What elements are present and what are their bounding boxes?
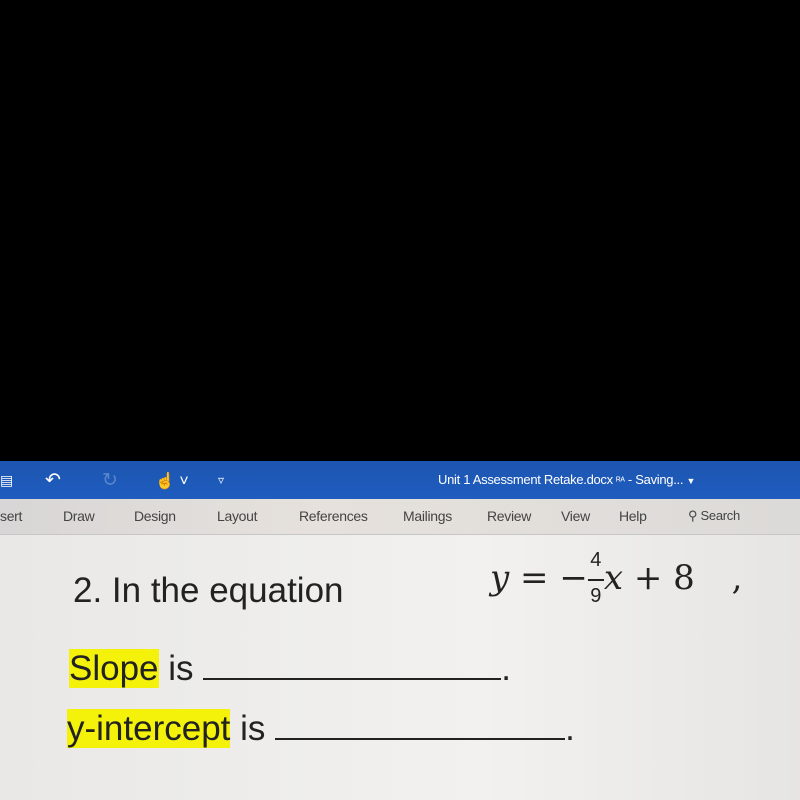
equation: y = −4 9 x + 8 , xyxy=(490,549,743,607)
redo-icon[interactable]: ↻ xyxy=(102,469,118,492)
slope-blank[interactable] xyxy=(203,678,502,680)
document-title[interactable]: Unit 1 Assessment Retake.docx ᴿᴬ - Savin… xyxy=(438,472,695,487)
undo-icon[interactable]: ↶ xyxy=(45,469,61,492)
denominator: 9 xyxy=(590,585,602,607)
ribbon-tabs: sert Draw Design Layout References Maili… xyxy=(0,499,800,535)
touch-mode-icon[interactable]: ☝ ˅ xyxy=(155,471,189,491)
tab-insert[interactable]: sert xyxy=(0,508,22,524)
search-box[interactable]: ⚲ Search xyxy=(688,508,740,524)
search-icon: ⚲ xyxy=(688,508,698,523)
fraction: 49 xyxy=(587,549,604,607)
tab-mailings[interactable]: Mailings xyxy=(403,508,452,524)
eq-equals: = xyxy=(520,558,549,598)
intercept-label: y-intercept xyxy=(67,709,231,748)
tab-view[interactable]: View xyxy=(561,508,590,524)
document-page[interactable]: 2. In the equation y = −4 9 x + 8 , Slope … xyxy=(0,535,800,800)
eq-minus: − xyxy=(559,558,588,598)
save-icon[interactable]: ▤ xyxy=(0,472,13,489)
slope-is: is xyxy=(168,649,194,688)
tab-references[interactable]: References xyxy=(299,508,368,524)
tab-layout[interactable]: Layout xyxy=(217,508,258,524)
customize-quick-access-icon[interactable]: ▿ xyxy=(218,473,224,487)
period: . xyxy=(501,649,512,688)
eq-comma: , xyxy=(731,558,743,598)
question-text: 2. In the equation xyxy=(73,571,344,610)
intercept-blank[interactable] xyxy=(275,738,566,740)
period: . xyxy=(565,709,575,748)
title-bar: ▤ ↶ ↻ ☝ ˅ ▿ Unit 1 Assessment Retake.doc… xyxy=(0,461,800,499)
numerator: 4 xyxy=(590,549,602,571)
tab-draw[interactable]: Draw xyxy=(63,508,95,524)
tab-design[interactable]: Design xyxy=(134,508,176,524)
collaborators-icon: ᴿᴬ xyxy=(616,476,625,487)
chevron-down-icon[interactable]: ▼ xyxy=(686,476,695,486)
slope-label: Slope xyxy=(69,649,159,688)
tab-help[interactable]: Help xyxy=(619,508,647,524)
intercept-is: is xyxy=(240,709,266,748)
eq-y: y xyxy=(490,558,510,598)
eq-constant: + 8 xyxy=(633,558,695,598)
intercept-line: y-intercept is . xyxy=(67,709,575,749)
slope-line: Slope is . xyxy=(69,649,511,689)
save-status: - Saving... xyxy=(627,472,684,487)
eq-x: x xyxy=(603,558,624,598)
tab-review[interactable]: Review xyxy=(487,508,531,524)
